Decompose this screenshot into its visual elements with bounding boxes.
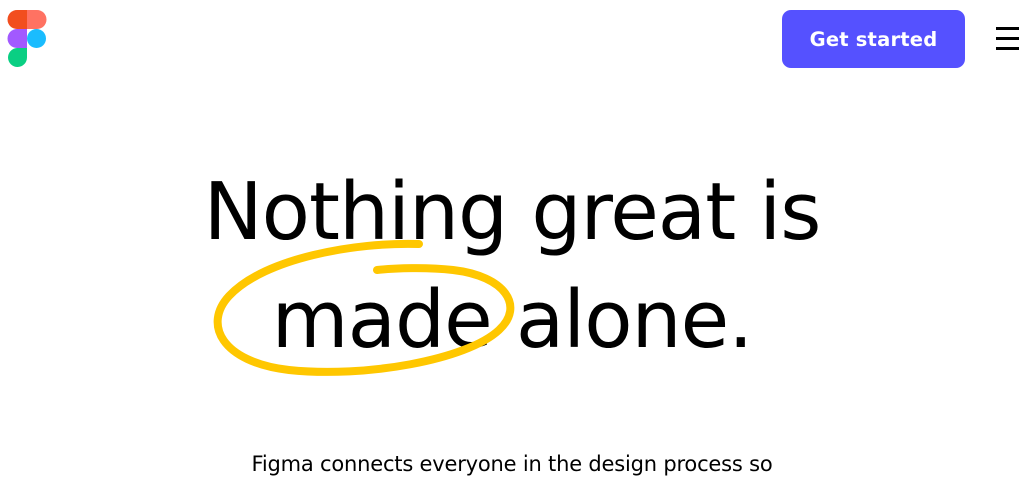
hamburger-menu-icon[interactable]	[993, 22, 1023, 56]
hero-heading: Nothing great is made alone.	[0, 158, 1024, 374]
get-started-button[interactable]: Get started	[782, 10, 965, 68]
logo-top-right-shape	[27, 10, 47, 29]
menu-bar-bottom	[996, 47, 1019, 50]
logo-bottom-shape	[8, 48, 27, 67]
hero-subheading: Figma connects everyone in the design pr…	[251, 452, 773, 476]
logo-middle-left-shape	[7, 29, 28, 48]
logo-middle-right-shape	[27, 29, 46, 48]
hero-heading-line-1: Nothing great is	[203, 166, 822, 258]
menu-bar-middle	[996, 37, 1019, 40]
figma-logo-svg	[7, 10, 47, 67]
figma-logo-icon[interactable]	[7, 10, 47, 68]
logo-top-left-shape	[7, 10, 28, 29]
hero-heading-line-2: made alone.	[271, 274, 754, 366]
menu-bar-top	[996, 27, 1019, 30]
